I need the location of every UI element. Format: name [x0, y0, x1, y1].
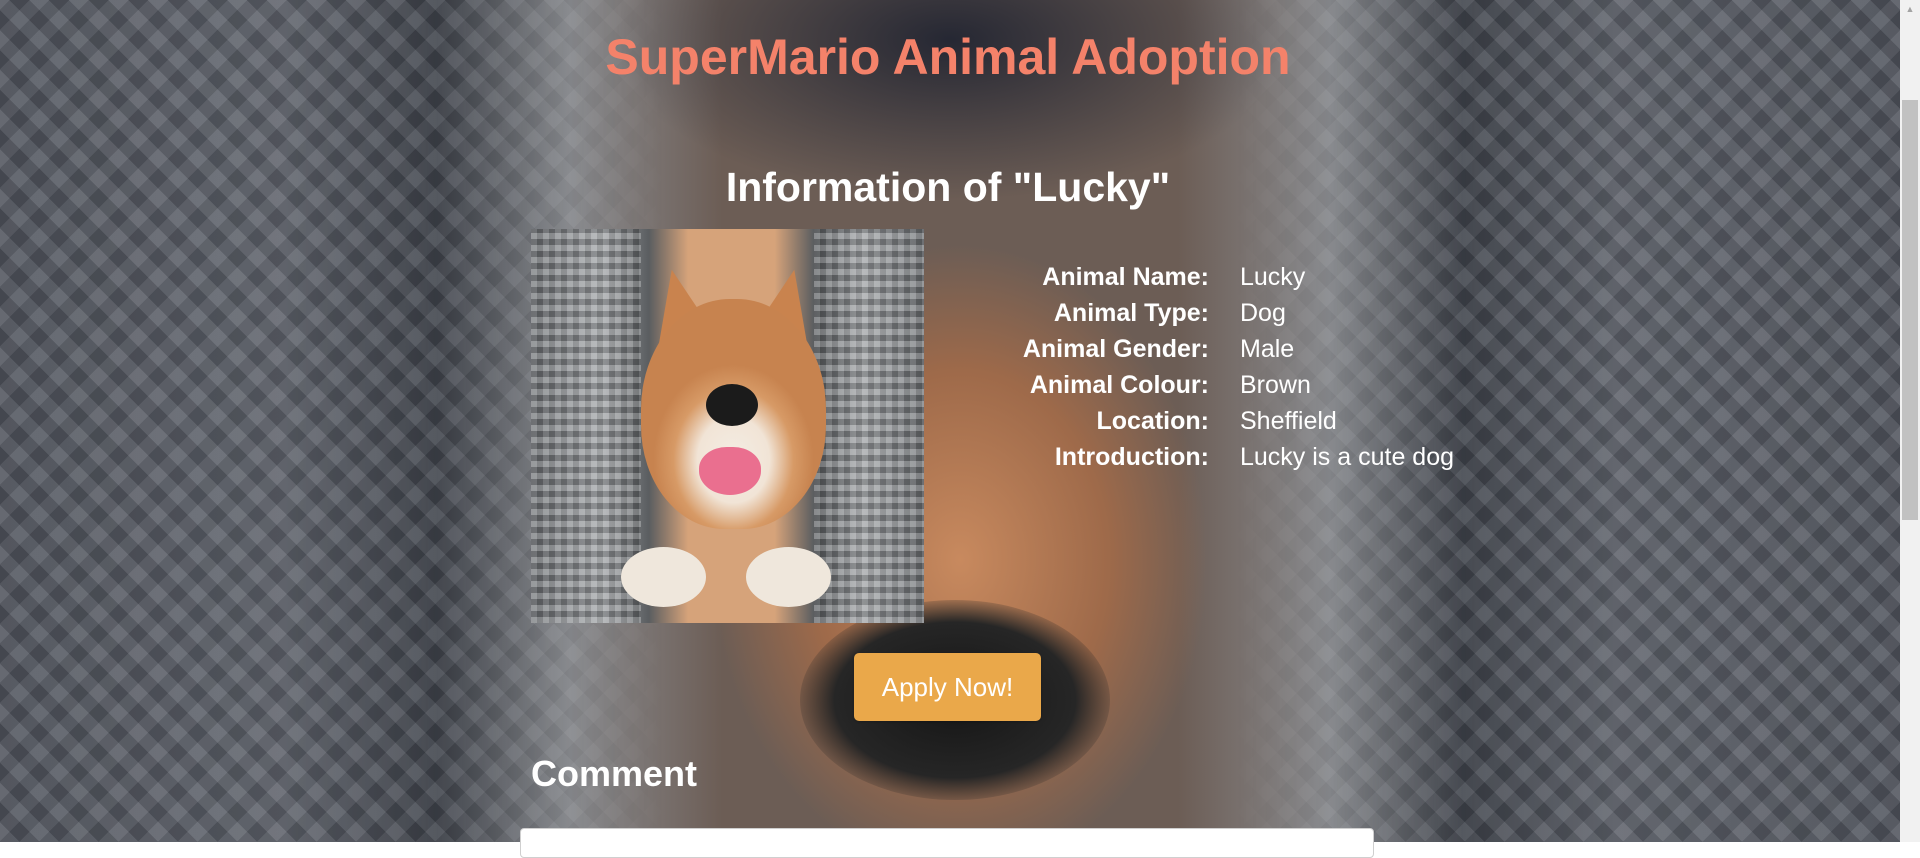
animal-type-value: Dog [1240, 299, 1286, 327]
site-title: SuperMario Animal Adoption [605, 29, 1291, 85]
animal-name-value: Lucky [1240, 263, 1306, 291]
introduction-value: Lucky is a cute dog [1240, 443, 1455, 471]
photo-dog-paw-right [746, 547, 831, 607]
page-title: Information of "Lucky" [725, 164, 1171, 210]
photo-seat-right [814, 229, 924, 623]
animal-name-label: Animal Name: [1042, 263, 1209, 291]
scrollbar-thumb[interactable] [1902, 100, 1918, 520]
animal-info-values: Lucky Dog Male Brown Sheffield Lucky is … [1240, 259, 1454, 475]
animal-type-label: Animal Type: [1053, 299, 1209, 327]
comment-heading: Comment [531, 753, 698, 794]
introduction-label: Introduction: [1054, 443, 1209, 471]
animal-colour-value: Brown [1240, 371, 1311, 399]
apply-now-button[interactable]: Apply Now! [854, 653, 1041, 721]
animal-info-labels: Animal Name: Animal Type: Animal Gender:… [1023, 259, 1209, 475]
photo-dog-nose [706, 384, 758, 426]
location-value: Sheffield [1240, 407, 1337, 435]
animal-gender-value: Male [1240, 335, 1295, 363]
location-label: Location: [1096, 407, 1210, 435]
photo-dog-paw-left [621, 547, 706, 607]
photo-dog-tongue [699, 447, 761, 495]
animal-photo [531, 229, 924, 623]
animal-colour-label: Animal Colour: [1029, 371, 1209, 399]
scroll-up-arrow-icon[interactable]: ▲ [1900, 0, 1920, 17]
comment-input[interactable] [520, 828, 1374, 858]
animal-gender-label: Animal Gender: [1022, 335, 1209, 363]
